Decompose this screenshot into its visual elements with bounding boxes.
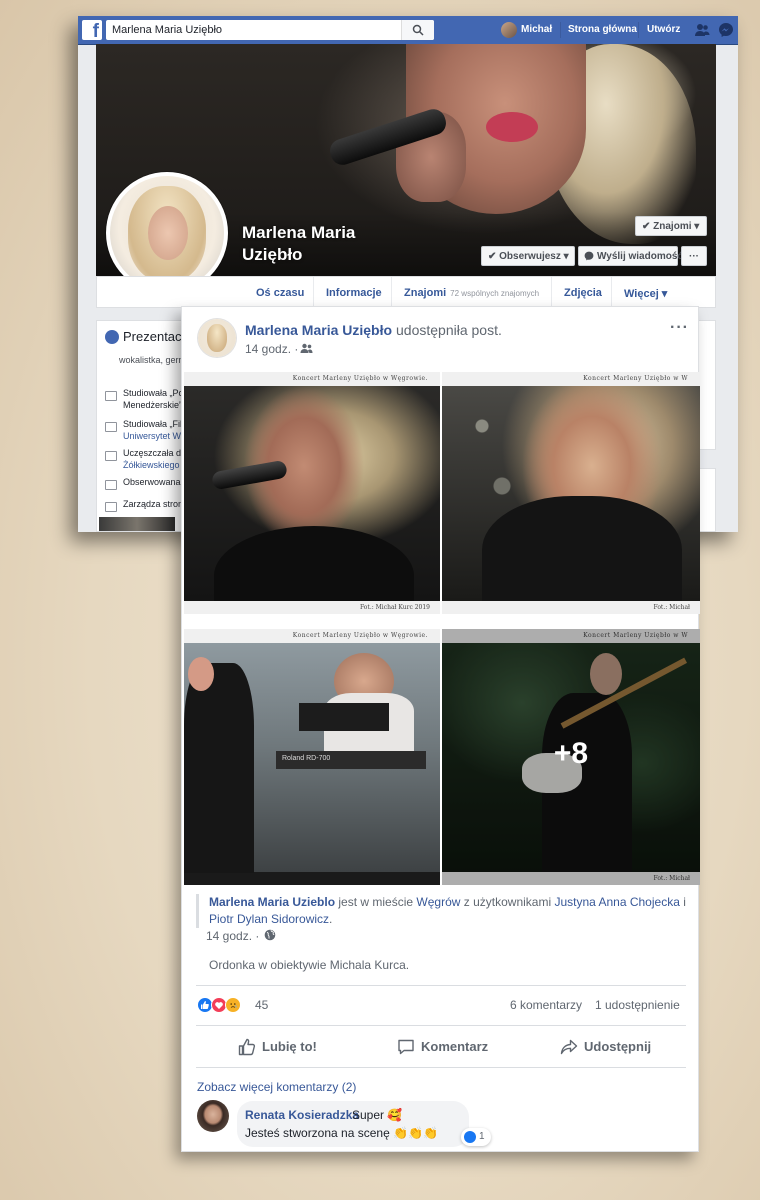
comment-text: Jesteś stworzona na scenę 👏👏👏 <box>245 1126 438 1140</box>
follow-button[interactable]: ✔ Obserwujesz ▾ <box>481 246 575 266</box>
tagged-user-link[interactable]: Piotr Dylan Sidorowicz <box>209 912 329 926</box>
shared-caption: Ordonka w obiektywie Michala Kurca. <box>209 958 410 972</box>
divider <box>196 1025 686 1026</box>
photo-banner: Koncert Marleny Uziębło w Węgrowie. <box>184 629 440 643</box>
thumbs-up-icon <box>238 1038 256 1056</box>
intro-line: Obserwowana <box>123 477 181 487</box>
nav-divider <box>560 22 561 38</box>
post-photo[interactable]: Koncert Marleny Uziębło w Węgrowie. Rola… <box>184 629 440 885</box>
tab-more[interactable]: Więcej ▾ <box>624 287 667 300</box>
post-photo[interactable]: Koncert Marleny Uziębło w Węgrowie. Fot.… <box>184 372 440 614</box>
author-avatar[interactable] <box>198 319 236 357</box>
intro-line: Uczęszczała d Żółkiewskiego <box>123 448 182 470</box>
tagged-user-link[interactable]: Justyna Anna Chojecka <box>554 895 679 909</box>
sad-reaction-icon <box>225 997 241 1013</box>
post-photo-more[interactable]: Koncert Marleny Uziębło w W Fot.: Michał… <box>442 629 700 885</box>
photo-credit: Fot.: Michał Kurc 2019 <box>184 601 440 614</box>
send-message-button[interactable]: Wyślij wiadomość <box>578 246 683 266</box>
photo-banner: Koncert Marleny Uziębło w W <box>442 372 700 386</box>
shared-content: Marlena Maria Uzieblo jest w mieście Węg… <box>196 894 688 928</box>
profile-name-line2: Uziębło <box>242 245 303 264</box>
nav-divider <box>638 22 639 38</box>
share-label: Udostępnij <box>584 1039 652 1054</box>
globe-icon <box>105 330 119 344</box>
shared-post: Marlena Maria Uziębło udostępniła post. … <box>181 306 700 1152</box>
divider <box>196 985 686 986</box>
tab-about[interactable]: Informacje <box>326 287 382 299</box>
photo-banner: Koncert Marleny Uziębło w Węgrowie. <box>184 372 440 386</box>
post-action-text: udostępniła post. <box>396 322 502 338</box>
rss-icon <box>105 480 117 490</box>
shared-timestamp[interactable]: 14 godz. · <box>206 929 259 943</box>
like-button[interactable]: Lubię to! <box>238 1037 328 1057</box>
more-options-button[interactable]: ··· <box>681 246 707 266</box>
shares-count[interactable]: 1 udostępnienie <box>595 998 680 1012</box>
divider <box>196 1067 686 1068</box>
search-value: Marlena Maria Uziębło <box>112 24 223 36</box>
top-bar: f Marlena Maria Uziębło Michał Strona gł… <box>78 16 738 45</box>
nav-create[interactable]: Utwórz <box>647 24 680 35</box>
comment-reactions[interactable]: 1 <box>461 1128 491 1146</box>
tab-friends-label: Znajomi <box>404 287 447 299</box>
post-photo[interactable]: Koncert Marleny Uziębło w W Fot.: Michał <box>442 372 700 614</box>
intro-line: Zarządza stron <box>123 499 184 509</box>
profile-name-line1: Marlena Maria <box>242 223 356 242</box>
like-label: Lubię to! <box>262 1039 317 1054</box>
post-author[interactable]: Marlena Maria Uziębło <box>245 322 392 338</box>
shared-author[interactable]: Marlena Maria Uzieblo <box>209 895 335 909</box>
commenter-avatar[interactable] <box>197 1100 229 1132</box>
view-more-comments-link[interactable]: Zobacz więcej komentarzy (2) <box>197 1080 356 1094</box>
flag-icon <box>105 502 117 512</box>
comment-likes-count: 1 <box>479 1131 485 1142</box>
comment-icon <box>398 1039 414 1055</box>
messenger-icon[interactable] <box>718 22 734 38</box>
user-avatar[interactable] <box>501 22 517 38</box>
tab-friends[interactable]: Znajomi 72 wspólnych znajomych <box>404 287 539 299</box>
facebook-logo[interactable]: f <box>82 20 102 40</box>
send-message-label: Wyślij wiadomość <box>597 251 683 262</box>
intro-line: Studiowała „Fil Uniwersytet Wa <box>123 419 186 441</box>
commenter-name[interactable]: Renata Kosieradzka <box>245 1108 359 1122</box>
share-icon <box>560 1039 578 1055</box>
messenger-icon <box>584 251 594 261</box>
nav-home[interactable]: Strona główna <box>568 24 637 35</box>
comment-button[interactable]: Komentarz <box>397 1037 497 1057</box>
friend-requests-icon[interactable] <box>694 22 710 38</box>
friends-button[interactable]: ✔ Znajomi ▾ <box>635 216 707 236</box>
more-photos-count: +8 <box>553 737 589 770</box>
audience-friends-icon[interactable] <box>300 343 313 354</box>
graduation-icon <box>105 391 117 401</box>
mutual-friends-count: 72 wspólnych znajomych <box>450 289 540 298</box>
post-options-button[interactable]: ··· <box>670 319 689 337</box>
comments-count[interactable]: 6 komentarzy <box>510 998 582 1012</box>
intro-line: Studiowała „Po Menedżerskie” <box>123 388 184 410</box>
search-button[interactable] <box>401 20 434 40</box>
public-globe-icon[interactable] <box>264 929 276 941</box>
graduation-icon <box>105 422 117 432</box>
shared-header: Marlena Maria Uzieblo jest w mieście Węg… <box>209 895 686 926</box>
share-button[interactable]: Udostępnij <box>560 1037 660 1057</box>
like-reaction-icon <box>464 1131 476 1143</box>
nav-user[interactable]: Michał <box>521 24 552 35</box>
intro-heading: Prezentacja <box>123 329 186 344</box>
intro-card: Prezentacja wokalistka, germ Studiowała … <box>96 320 186 532</box>
photo-credit: Fot.: Michał <box>442 601 700 614</box>
intro-bio: wokalistka, germ <box>119 355 186 365</box>
comment-label: Komentarz <box>421 1039 489 1054</box>
profile-name: Marlena Maria Uziębło <box>242 222 382 266</box>
comment-text: Super 🥰 <box>352 1108 403 1122</box>
search-icon <box>412 24 424 36</box>
comment-bubble: Renata Kosieradzka Super 🥰 Jesteś stworz… <box>237 1101 469 1147</box>
graduation-icon <box>105 451 117 461</box>
post-timestamp[interactable]: 14 godz. · <box>245 342 298 356</box>
tab-timeline[interactable]: Oś czasu <box>256 287 304 299</box>
intro-photo[interactable] <box>99 517 175 531</box>
location-link[interactable]: Węgrów <box>416 895 460 909</box>
search-input[interactable]: Marlena Maria Uziębło <box>106 20 434 40</box>
reactions-count[interactable]: 45 <box>255 998 268 1012</box>
tab-photos[interactable]: Zdjęcia <box>564 287 602 299</box>
profile-tabs: Oś czasu Informacje Znajomi 72 wspólnych … <box>96 276 716 308</box>
